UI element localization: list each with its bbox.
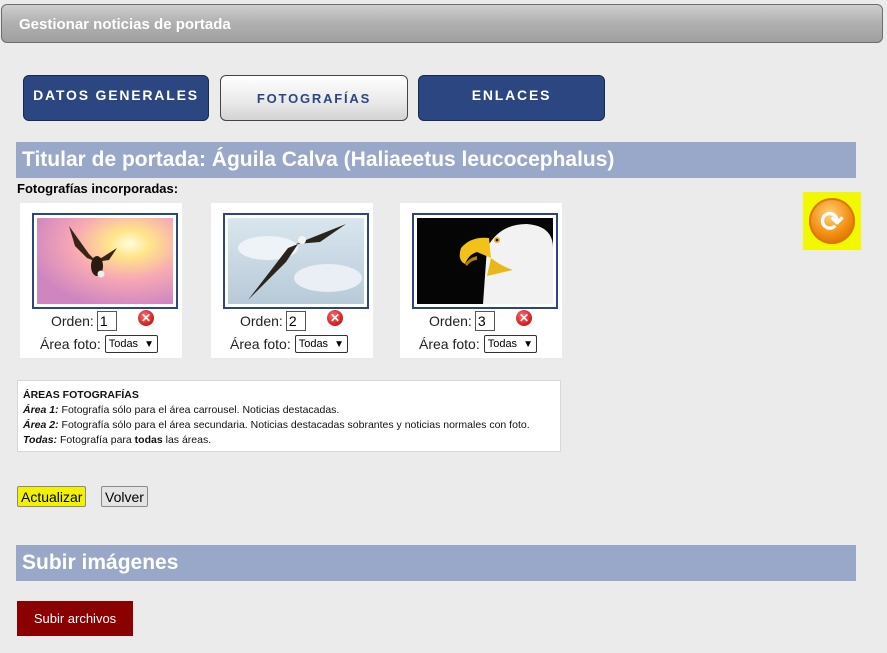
todas-text-pre: Fotografía para bbox=[57, 434, 135, 446]
upload-files-button[interactable]: Subir archivos bbox=[17, 601, 133, 636]
areas-info-box: ÁREAS FOTOGRAFÍAS Área 1: Fotografía sól… bbox=[17, 380, 561, 452]
chevron-down-icon: ▼ bbox=[144, 338, 154, 350]
order-row-1: Orden: bbox=[51, 311, 117, 331]
photo-thumbnail-3[interactable] bbox=[412, 213, 558, 309]
headline-title: Titular de portada: Águila Calva (Haliae… bbox=[22, 148, 615, 171]
todas-bold: todas bbox=[134, 434, 163, 446]
area-select-3[interactable]: Todas ▼ bbox=[483, 335, 537, 353]
eagle-head-image bbox=[417, 218, 553, 304]
delete-icon[interactable]: ✕ bbox=[138, 310, 154, 326]
photos-label: Fotografías incorporadas: bbox=[17, 181, 179, 196]
tab-fotografias[interactable]: FOTOGRAFÍAS bbox=[220, 75, 408, 121]
page-title: Gestionar noticias de portada bbox=[19, 16, 231, 33]
order-input-1[interactable] bbox=[96, 311, 117, 331]
upload-section-title: Subir imágenes bbox=[22, 551, 179, 574]
refresh-icon: ⟳ bbox=[809, 198, 855, 244]
upload-section-bar: Subir imágenes bbox=[16, 545, 856, 581]
order-label: Orden: bbox=[429, 313, 472, 329]
areas-info-line-1: Área 1: Fotografía sólo para el área car… bbox=[23, 403, 555, 418]
areas-info-line-3: Todas: Fotografía para todas las áreas. bbox=[23, 433, 555, 448]
photo-thumbnail-2[interactable] bbox=[223, 213, 369, 309]
photo-card-2: Orden: ✕ Área foto: Todas ▼ bbox=[211, 203, 373, 358]
window-titlebar: Gestionar noticias de portada bbox=[1, 4, 883, 43]
tab-datos-generales[interactable]: DATOS GENERALES bbox=[23, 75, 209, 121]
photo-card-3: Orden: ✕ Área foto: Todas ▼ bbox=[400, 203, 562, 358]
area1-term: Área 1: bbox=[23, 404, 59, 416]
tab-enlaces[interactable]: ENLACES bbox=[418, 75, 605, 121]
order-input-3[interactable] bbox=[474, 311, 495, 331]
order-label: Orden: bbox=[240, 313, 283, 329]
update-button[interactable]: Actualizar bbox=[17, 486, 87, 507]
order-row-3: Orden: bbox=[429, 311, 495, 331]
todas-term: Todas: bbox=[23, 434, 58, 446]
delete-icon[interactable]: ✕ bbox=[516, 310, 532, 326]
chevron-down-icon: ▼ bbox=[334, 338, 344, 350]
order-input-2[interactable] bbox=[285, 311, 306, 331]
photo-card-1: Orden: ✕ Área foto: Todas ▼ bbox=[20, 203, 182, 358]
areas-info-line-2: Área 2: Fotografía sólo para el área sec… bbox=[23, 418, 555, 433]
back-button[interactable]: Volver bbox=[101, 486, 148, 507]
eagle-flight-image bbox=[228, 218, 364, 304]
area-select-2[interactable]: Todas ▼ bbox=[294, 335, 348, 353]
area1-text: Fotografía sólo para el área carrousel. … bbox=[58, 404, 340, 416]
delete-icon[interactable]: ✕ bbox=[327, 310, 343, 326]
area-label: Área foto: bbox=[230, 336, 291, 352]
area-row-2: Área foto: Todas ▼ bbox=[230, 335, 348, 353]
area-row-3: Área foto: Todas ▼ bbox=[419, 335, 537, 353]
area-select-value: Todas bbox=[487, 338, 518, 350]
area-select-1[interactable]: Todas ▼ bbox=[104, 335, 158, 353]
area-label: Área foto: bbox=[419, 336, 480, 352]
eagle-sunset-image bbox=[37, 218, 173, 304]
areas-info-title: ÁREAS FOTOGRAFÍAS bbox=[23, 389, 139, 401]
todas-text-post: las áreas. bbox=[162, 434, 212, 446]
area-row-1: Área foto: Todas ▼ bbox=[40, 335, 158, 353]
chevron-down-icon: ▼ bbox=[523, 338, 533, 350]
area-select-value: Todas bbox=[298, 338, 329, 350]
headline-bar: Titular de portada: Águila Calva (Haliae… bbox=[16, 142, 856, 178]
area-select-value: Todas bbox=[108, 338, 139, 350]
photo-thumbnail-1[interactable] bbox=[32, 213, 178, 309]
refresh-button[interactable]: ⟳ bbox=[803, 192, 861, 250]
area2-term: Área 2: bbox=[23, 419, 59, 431]
order-row-2: Orden: bbox=[240, 311, 306, 331]
order-label: Orden: bbox=[51, 313, 94, 329]
area-label: Área foto: bbox=[40, 336, 101, 352]
area2-text: Fotografía sólo para el área secundaria.… bbox=[58, 419, 530, 431]
